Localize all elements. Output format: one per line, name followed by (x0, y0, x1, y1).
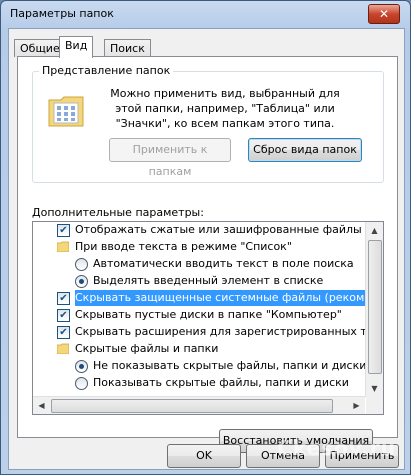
list-item-label: Выделять введенный элемент в списке (93, 274, 324, 287)
close-icon: ✕ (378, 7, 390, 21)
tab-search-label: Поиск (110, 42, 145, 55)
folder-view-description: Можно применить вид, выбранный для этой … (110, 87, 340, 130)
folder-options-window: Параметры папок ✕ Общие Вид Поиск Предст… (0, 0, 411, 475)
list-item[interactable]: ✔ Скрывать расширения для зарегистрирова… (33, 324, 383, 340)
list-item[interactable]: Выделять введенный элемент в списке (33, 273, 353, 289)
scrollbar-corner (366, 397, 383, 414)
list-item-label: Скрывать пустые диски в папке "Компьютер… (75, 308, 342, 321)
list-item: При вводе текста в режиме "Список" (33, 239, 353, 255)
close-button[interactable]: ✕ (368, 4, 400, 24)
list-item-selected[interactable]: ✔ Скрывать защищенные системные файлы (р… (33, 290, 381, 306)
radio-button-selected[interactable] (75, 360, 88, 373)
list-item-label: Скрытые файлы и папки (75, 342, 219, 355)
list-item-label: Показывать скрытые файлы, папки и диски (93, 376, 349, 389)
list-item[interactable]: Показывать скрытые файлы, папки и диски (33, 375, 353, 391)
list-item[interactable]: ✔ Отображать сжатые или зашифрованные фа… (33, 222, 383, 238)
list-item-label: Отображать сжатые или зашифрованные файл… (75, 223, 384, 236)
dialog-body: Общие Вид Поиск Представление папок Можн… (8, 28, 405, 470)
apply-to-folders-button[interactable]: Применить к папкам (109, 138, 231, 178)
scroll-down-icon[interactable]: ▼ (366, 380, 383, 397)
reset-folders-button[interactable]: Сброс вида папок (248, 138, 362, 162)
title-bar[interactable]: Параметры папок ✕ (1, 1, 410, 27)
list-item-label: Не показывать скрытые файлы, папки и дис… (93, 359, 367, 372)
list-item[interactable]: Не показывать скрытые файлы, папки и дис… (33, 358, 366, 374)
advanced-settings-label: Дополнительные параметры: (32, 206, 204, 219)
window-title: Параметры папок (10, 7, 114, 20)
scroll-right-icon[interactable]: ▶ (348, 397, 365, 414)
checkbox-checked[interactable]: ✔ (57, 224, 70, 237)
list-item-label: Скрывать расширения для зарегистрированн… (75, 325, 384, 338)
horizontal-scroll-thumb[interactable] (51, 399, 333, 413)
scroll-up-icon[interactable]: ▲ (366, 222, 383, 239)
list-item-label: Скрывать защищенные системные файлы (рек… (75, 290, 381, 306)
tab-search[interactable]: Поиск (104, 39, 151, 57)
ok-button[interactable]: OK (167, 444, 241, 468)
checkbox-checked[interactable]: ✔ (57, 309, 70, 322)
tab-general-label: Общие (20, 42, 60, 55)
folder-view-group-label: Представление папок (39, 64, 174, 77)
list-item[interactable]: Автоматически вводить текст в поле поиск… (33, 256, 354, 272)
tab-view[interactable]: Вид (59, 36, 94, 58)
list-item-label: При вводе текста в режиме "Список" (75, 240, 292, 253)
view-tab-panel: Представление папок Можно применить вид,… (17, 56, 398, 453)
folder-view-group: Представление папок Можно применить вид,… (32, 64, 384, 183)
tab-general[interactable]: Общие (14, 39, 66, 57)
checkbox-checked[interactable]: ✔ (57, 326, 70, 339)
list-item[interactable]: ✔ Скрывать пустые диски в папке "Компьют… (33, 307, 353, 323)
radio-button[interactable] (75, 258, 88, 271)
vertical-scrollbar[interactable]: ▲ ▼ (365, 222, 383, 397)
checkbox-checked[interactable]: ✔ (57, 292, 70, 305)
advanced-settings-list[interactable]: ✔ Отображать сжатые или зашифрованные фа… (32, 221, 384, 415)
list-item-label: Автоматически вводить текст в поле поиск… (93, 257, 354, 270)
folder-icon (57, 241, 69, 252)
scroll-left-icon[interactable]: ◀ (33, 397, 50, 414)
folder-icon (57, 343, 69, 354)
tab-view-label: Вид (65, 39, 88, 52)
radio-button-selected[interactable] (75, 275, 88, 288)
folder-view-icon (48, 96, 84, 127)
horizontal-scrollbar[interactable]: ◀ ▶ (33, 396, 365, 414)
vertical-scroll-thumb[interactable] (368, 240, 382, 374)
list-item: Скрытые файлы и папки (33, 341, 353, 357)
watermark: Ckesov.ru (277, 436, 396, 460)
radio-button[interactable] (75, 377, 88, 390)
